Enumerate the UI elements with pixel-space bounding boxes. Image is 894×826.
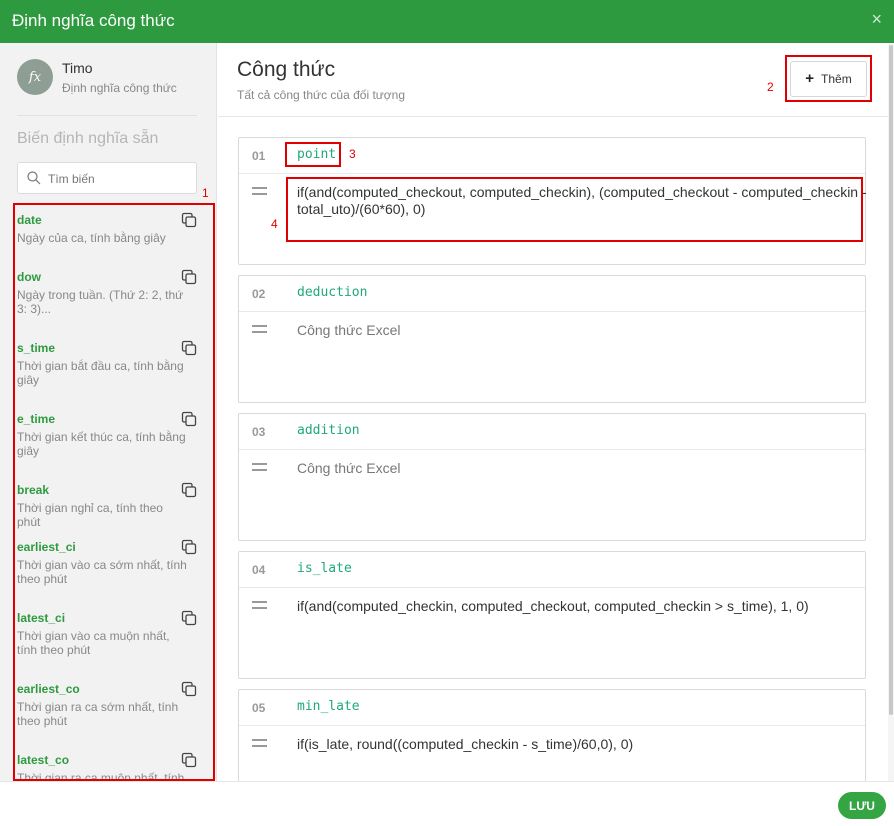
copy-icon[interactable] [181, 752, 197, 768]
formula-name-highlight [285, 142, 341, 167]
dialog-footer: LƯU [0, 781, 894, 826]
formula-expression[interactable]: if(and(computed_checkin, computed_checko… [297, 598, 867, 615]
formula-variable-name[interactable]: addition [297, 423, 360, 438]
formula-expression[interactable]: Công thức Excel [297, 322, 867, 339]
drag-handle-icon[interactable] [252, 325, 267, 335]
variable-list: date Ngày của ca, tính bằng giây dow Ngà… [13, 203, 215, 781]
copy-icon[interactable] [181, 269, 197, 285]
variable-item-break[interactable]: break Thời gian nghỉ ca, tính theo phút [17, 482, 207, 529]
app-avatar: fx [17, 59, 53, 95]
variable-item-latest-co[interactable]: latest_co Thời gian ra ca muộn nhất, tín… [17, 752, 207, 781]
sidebar-divider [17, 115, 197, 116]
variable-description: Thời gian kết thúc ca, tính bằng giây [17, 430, 186, 458]
formula-card: 02 deduction Công thức Excel [238, 275, 866, 403]
formula-panel: Công thức Tất cả công thức của đối tượng… [218, 43, 894, 781]
formula-number: 02 [252, 287, 266, 301]
formula-number: 04 [252, 563, 266, 577]
search-icon [27, 171, 41, 185]
variable-name: earliest_co [17, 682, 80, 696]
variable-item-earliest-ci[interactable]: earliest_ci Thời gian vào ca sớm nhất, t… [17, 539, 207, 586]
annotation-marker-1: 1 [202, 186, 209, 200]
copy-icon[interactable] [181, 212, 197, 228]
variable-search-input[interactable] [48, 169, 190, 189]
formula-number: 03 [252, 425, 266, 439]
save-button[interactable]: LƯU [838, 792, 886, 819]
annotation-marker-4: 4 [271, 217, 278, 231]
close-icon[interactable]: × [871, 9, 882, 30]
app-name: Timo [62, 60, 93, 76]
variable-description: Thời gian vào ca sớm nhất, tính theo phú… [17, 558, 187, 586]
sidebar: fx Timo Định nghĩa công thức Biến định n… [0, 43, 217, 781]
variable-name: break [17, 483, 50, 497]
variable-item-earliest-co[interactable]: earliest_co Thời gian ra ca sớm nhất, tí… [17, 681, 207, 728]
formula-card-header: 04 is_late [239, 552, 865, 588]
variable-description: Thời gian vào ca muộn nhất, tính theo ph… [17, 629, 170, 657]
formula-card-header: 03 addition [239, 414, 865, 450]
variable-description: Ngày trong tuần. (Thứ 2: 2, thứ 3: 3)... [17, 288, 184, 316]
variable-description: Thời gian ra ca muộn nhất, tính theo phú… [17, 771, 185, 781]
formula-definition-dialog: Định nghĩa công thức × fx Timo Định nghĩ… [0, 0, 894, 826]
copy-icon[interactable] [181, 482, 197, 498]
drag-handle-icon[interactable] [252, 187, 267, 197]
formula-card-header: 02 deduction [239, 276, 865, 312]
formula-expression-highlight [286, 177, 863, 242]
formula-card-header: 05 min_late [239, 690, 865, 726]
formula-number: 05 [252, 701, 266, 715]
scrollbar-track [888, 43, 894, 781]
annotation-marker-3: 3 [349, 147, 356, 161]
drag-handle-icon[interactable] [252, 739, 267, 749]
add-button-label: Thêm [821, 72, 852, 86]
variable-item-s-time[interactable]: s_time Thời gian bắt đầu ca, tính bằng g… [17, 340, 207, 387]
copy-icon[interactable] [181, 539, 197, 555]
variable-description: Thời gian bắt đầu ca, tính bằng giây [17, 359, 184, 387]
variable-name: s_time [17, 341, 56, 355]
variable-name: latest_ci [17, 611, 66, 625]
variable-description: Ngày của ca, tính bằng giây [17, 231, 166, 245]
plus-icon: + [805, 70, 815, 87]
app-subtitle: Định nghĩa công thức [62, 81, 177, 95]
variable-name: dow [17, 270, 41, 284]
copy-icon[interactable] [181, 610, 197, 626]
variable-description: Thời gian ra ca sớm nhất, tính theo phút [17, 700, 179, 728]
copy-icon[interactable] [181, 340, 197, 356]
formula-card: 03 addition Công thức Excel [238, 413, 866, 541]
header-divider [218, 116, 894, 117]
scrollbar-thumb[interactable] [889, 45, 893, 715]
dialog-header: Định nghĩa công thức × [0, 0, 894, 43]
formula-variable-name[interactable]: is_late [297, 561, 352, 576]
formula-variable-name[interactable]: deduction [297, 285, 367, 300]
dialog-title: Định nghĩa công thức [12, 11, 175, 30]
formula-card: 04 is_late if(and(computed_checkin, comp… [238, 551, 866, 679]
formula-number: 01 [252, 149, 266, 163]
variable-item-latest-ci[interactable]: latest_ci Thời gian vào ca muộn nhất, tí… [17, 610, 207, 657]
variable-item-date[interactable]: date Ngày của ca, tính bằng giây [17, 212, 207, 245]
page-title: Công thức [237, 58, 336, 81]
annotation-marker-2: 2 [767, 80, 774, 94]
drag-handle-icon[interactable] [252, 601, 267, 611]
formula-variable-name[interactable]: min_late [297, 699, 360, 714]
variable-search [17, 162, 197, 194]
formula-expression[interactable]: Công thức Excel [297, 460, 867, 477]
variable-name: earliest_ci [17, 540, 76, 554]
variable-description: Thời gian nghỉ ca, tính theo phút [17, 501, 163, 529]
variable-name: date [17, 213, 42, 227]
sidebar-heading: Biến định nghĩa sẵn [17, 130, 159, 147]
page-subtitle: Tất cả công thức của đối tượng [237, 88, 406, 102]
add-formula-button[interactable]: + Thêm [790, 61, 867, 97]
drag-handle-icon[interactable] [252, 463, 267, 473]
formula-expression[interactable]: if(is_late, round((computed_checkin - s_… [297, 736, 867, 753]
formula-card: 05 min_late if(is_late, round((computed_… [238, 689, 866, 781]
copy-icon[interactable] [181, 681, 197, 697]
variable-name: latest_co [17, 753, 70, 767]
copy-icon[interactable] [181, 411, 197, 427]
variable-item-e-time[interactable]: e_time Thời gian kết thúc ca, tính bằng … [17, 411, 207, 458]
variable-item-dow[interactable]: dow Ngày trong tuần. (Thứ 2: 2, thứ 3: 3… [17, 269, 207, 316]
variable-name: e_time [17, 412, 56, 426]
